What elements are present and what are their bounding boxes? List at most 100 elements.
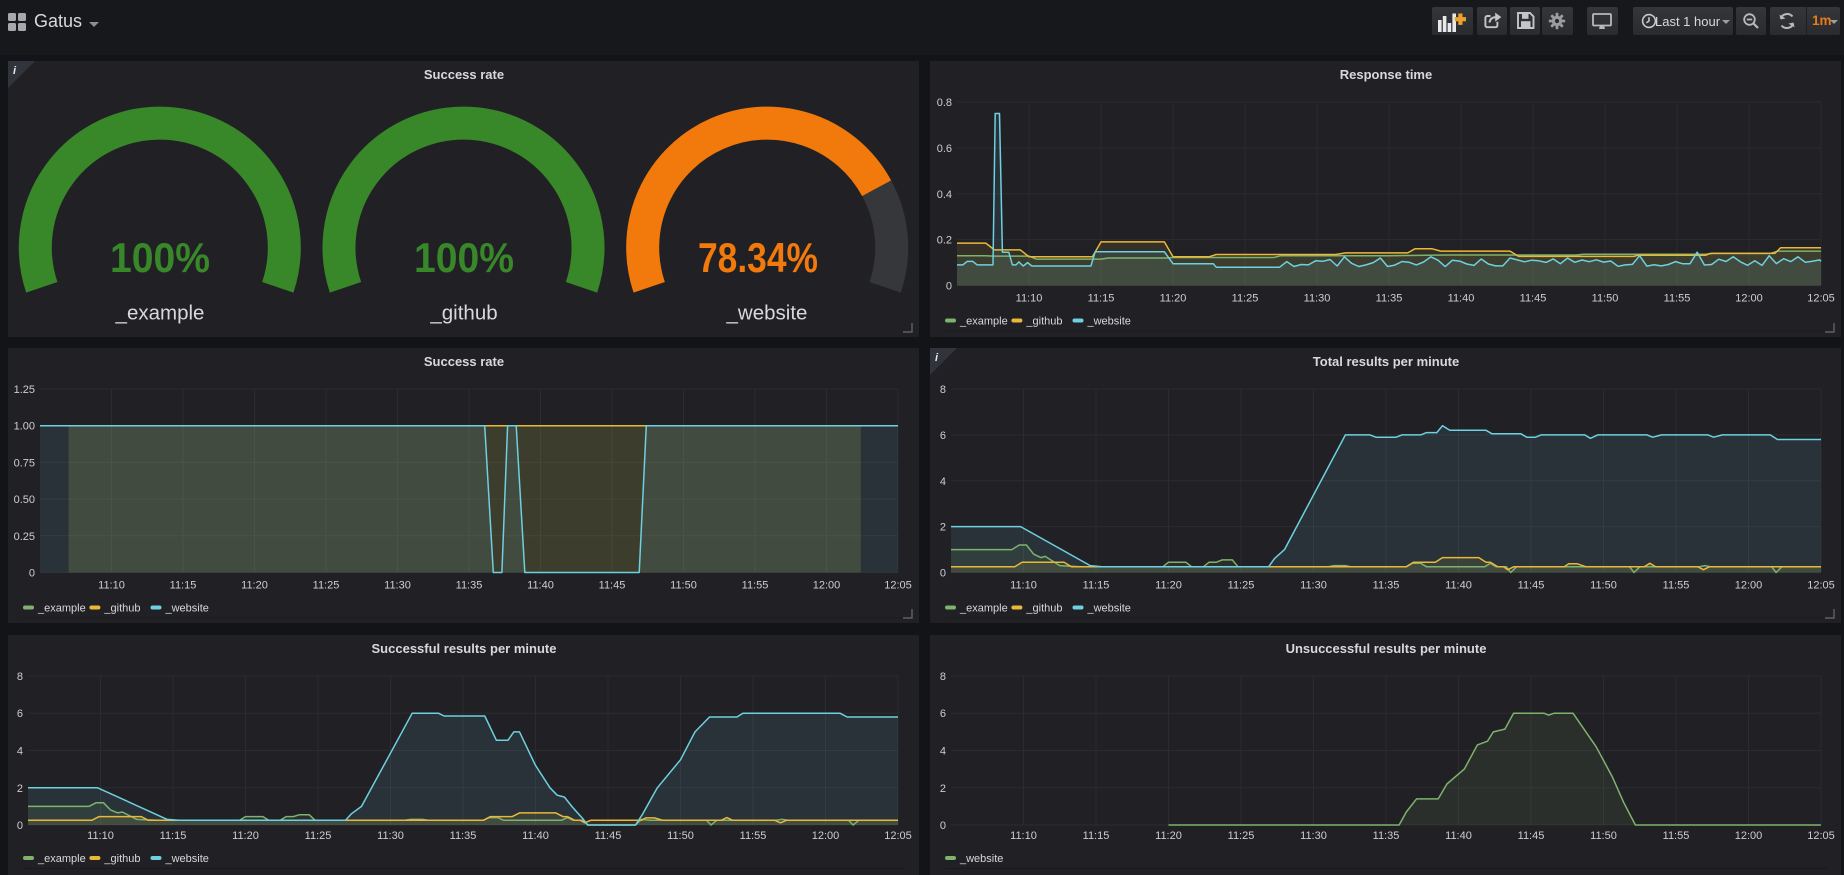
svg-text:1.25: 1.25 xyxy=(14,384,35,396)
svg-text:11:55: 11:55 xyxy=(1663,830,1690,842)
svg-text:_github: _github xyxy=(429,302,497,325)
svg-text:11:45: 11:45 xyxy=(1520,293,1547,305)
svg-text:11:35: 11:35 xyxy=(456,580,483,592)
svg-text:11:45: 11:45 xyxy=(595,830,622,842)
svg-text:11:15: 11:15 xyxy=(1083,830,1110,842)
svg-text:11:10: 11:10 xyxy=(1016,293,1043,305)
svg-text:11:35: 11:35 xyxy=(1373,830,1400,842)
svg-text:11:15: 11:15 xyxy=(1088,293,1115,305)
svg-text:_github: _github xyxy=(103,603,140,615)
svg-text:Successful results per minute: Successful results per minute xyxy=(372,641,557,656)
svg-text:11:25: 11:25 xyxy=(305,830,332,842)
svg-text:_example: _example xyxy=(37,603,86,615)
svg-text:Response time: Response time xyxy=(1340,67,1432,82)
svg-text:12:05: 12:05 xyxy=(1807,830,1835,842)
svg-text:0: 0 xyxy=(946,281,952,293)
svg-text:11:15: 11:15 xyxy=(1083,580,1110,592)
svg-text:_example: _example xyxy=(115,302,205,325)
svg-text:0: 0 xyxy=(29,568,35,580)
svg-text:12:00: 12:00 xyxy=(812,830,840,842)
svg-text:_example: _example xyxy=(959,316,1008,328)
svg-text:2: 2 xyxy=(940,522,946,534)
svg-text:11:40: 11:40 xyxy=(1448,293,1475,305)
svg-text:12:05: 12:05 xyxy=(1807,293,1835,305)
svg-text:_website: _website xyxy=(1087,603,1131,615)
svg-text:11:30: 11:30 xyxy=(1300,830,1327,842)
svg-text:100%: 100% xyxy=(414,234,514,281)
svg-text:0.25: 0.25 xyxy=(14,531,35,543)
svg-text:11:30: 11:30 xyxy=(1300,580,1327,592)
svg-text:11:50: 11:50 xyxy=(1592,293,1619,305)
svg-text:11:20: 11:20 xyxy=(1155,830,1182,842)
svg-text:11:25: 11:25 xyxy=(1228,830,1255,842)
svg-text:8: 8 xyxy=(17,671,23,683)
svg-text:Success rate: Success rate xyxy=(424,67,504,82)
svg-text:_github: _github xyxy=(1025,603,1062,615)
svg-text:_example: _example xyxy=(37,853,86,865)
svg-text:11:35: 11:35 xyxy=(1373,580,1400,592)
svg-text:4: 4 xyxy=(17,746,23,758)
svg-text:11:10: 11:10 xyxy=(87,830,114,842)
svg-text:11:55: 11:55 xyxy=(740,830,767,842)
svg-text:11:45: 11:45 xyxy=(1518,580,1545,592)
svg-text:0: 0 xyxy=(940,568,946,580)
svg-text:0.2: 0.2 xyxy=(937,235,952,247)
svg-text:11:15: 11:15 xyxy=(170,580,197,592)
svg-text:11:55: 11:55 xyxy=(742,580,769,592)
svg-text:11:25: 11:25 xyxy=(313,580,340,592)
svg-text:11:35: 11:35 xyxy=(1376,293,1403,305)
svg-text:Unsuccessful results per minut: Unsuccessful results per minute xyxy=(1286,641,1487,656)
svg-text:8: 8 xyxy=(940,384,946,396)
svg-text:Success rate: Success rate xyxy=(424,354,504,369)
svg-text:11:10: 11:10 xyxy=(1010,580,1037,592)
svg-text:11:30: 11:30 xyxy=(384,580,411,592)
svg-text:1.00: 1.00 xyxy=(14,421,35,433)
svg-text:11:55: 11:55 xyxy=(1663,580,1690,592)
svg-text:11:10: 11:10 xyxy=(98,580,125,592)
svg-text:Total results per minute: Total results per minute xyxy=(1313,354,1459,369)
svg-text:11:50: 11:50 xyxy=(667,830,694,842)
svg-text:_example: _example xyxy=(959,603,1008,615)
svg-text:12:00: 12:00 xyxy=(1735,580,1763,592)
svg-text:_website: _website xyxy=(959,853,1003,865)
svg-text:11:50: 11:50 xyxy=(1590,580,1617,592)
svg-text:11:40: 11:40 xyxy=(527,580,554,592)
svg-text:11:50: 11:50 xyxy=(1590,830,1617,842)
svg-text:6: 6 xyxy=(17,708,23,720)
svg-text:_github: _github xyxy=(1025,316,1062,328)
svg-text:12:00: 12:00 xyxy=(813,580,841,592)
svg-text:11:30: 11:30 xyxy=(377,830,404,842)
svg-text:0.75: 0.75 xyxy=(14,457,35,469)
svg-text:11:15: 11:15 xyxy=(160,830,187,842)
svg-text:11:20: 11:20 xyxy=(232,830,259,842)
svg-text:12:05: 12:05 xyxy=(1807,580,1835,592)
svg-text:0: 0 xyxy=(940,820,946,832)
svg-text:11:50: 11:50 xyxy=(670,580,697,592)
svg-text:11:20: 11:20 xyxy=(1155,580,1182,592)
svg-text:_website: _website xyxy=(1087,316,1131,328)
svg-text:0.4: 0.4 xyxy=(937,189,952,201)
svg-text:100%: 100% xyxy=(110,234,210,281)
svg-text:11:40: 11:40 xyxy=(1445,830,1472,842)
svg-text:78.34%: 78.34% xyxy=(698,234,818,281)
svg-text:4: 4 xyxy=(940,746,946,758)
svg-text:11:25: 11:25 xyxy=(1228,580,1255,592)
svg-text:2: 2 xyxy=(17,783,23,795)
svg-text:0.6: 0.6 xyxy=(937,143,952,155)
svg-text:0.8: 0.8 xyxy=(937,97,952,109)
svg-text:11:25: 11:25 xyxy=(1232,293,1259,305)
svg-text:0: 0 xyxy=(17,820,23,832)
svg-text:_website: _website xyxy=(726,302,808,325)
svg-text:4: 4 xyxy=(940,476,946,488)
svg-text:_website: _website xyxy=(165,603,209,615)
svg-text:11:55: 11:55 xyxy=(1664,293,1691,305)
svg-text:8: 8 xyxy=(940,671,946,683)
svg-text:12:05: 12:05 xyxy=(884,830,912,842)
svg-text:11:35: 11:35 xyxy=(450,830,477,842)
svg-text:11:45: 11:45 xyxy=(599,580,626,592)
svg-text:6: 6 xyxy=(940,430,946,442)
svg-text:11:45: 11:45 xyxy=(1518,830,1545,842)
svg-text:_github: _github xyxy=(103,853,140,865)
svg-text:11:20: 11:20 xyxy=(241,580,268,592)
svg-text:11:10: 11:10 xyxy=(1010,830,1037,842)
